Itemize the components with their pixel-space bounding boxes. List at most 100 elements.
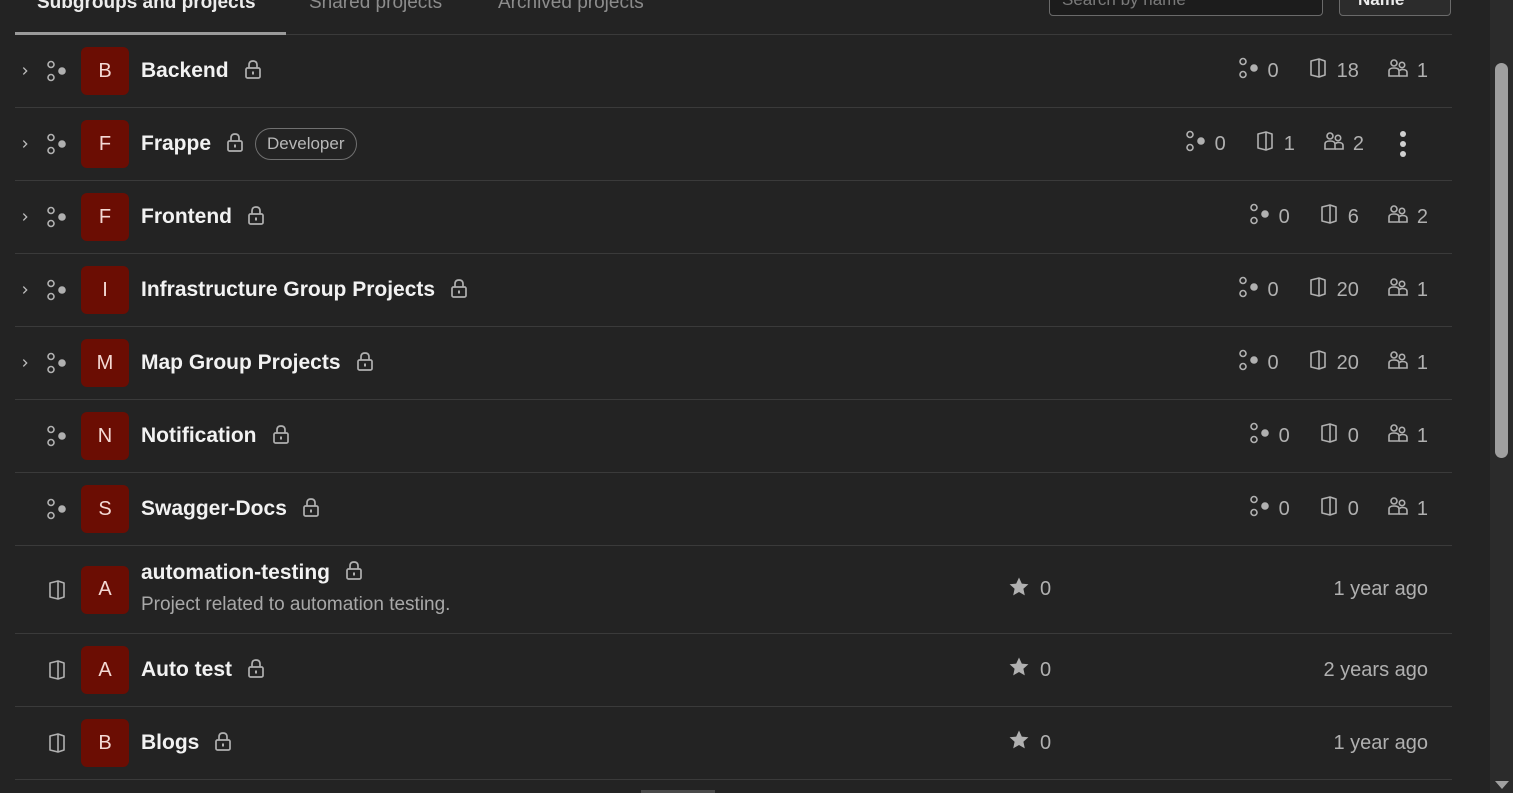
group-stats: 0 0 1: [1249, 495, 1428, 523]
subgroups-count-value: 0: [1278, 205, 1290, 228]
group-name-link[interactable]: Frontend: [141, 205, 232, 229]
search-input[interactable]: Search by name: [1049, 0, 1323, 16]
avatar[interactable]: A: [81, 565, 129, 614]
members-count: 1: [1387, 57, 1428, 85]
subgroups-count-value: 0: [1214, 132, 1226, 155]
group-stats: 0 20 1: [1238, 276, 1428, 304]
project-name-link[interactable]: Blogs: [141, 731, 199, 755]
subgroups-count: 0: [1185, 130, 1226, 158]
members-count-value: 1: [1416, 351, 1428, 374]
users-icon: [1387, 422, 1417, 450]
projects-count-value: 6: [1347, 205, 1359, 228]
group-row[interactable]: F Frontend 0 6 2: [15, 181, 1452, 254]
users-icon: [1387, 349, 1417, 377]
lock-icon: [246, 205, 266, 230]
group-row[interactable]: F Frappe Developer 0 1 2: [15, 108, 1452, 181]
group-name-link[interactable]: Backend: [141, 59, 229, 83]
group-stats: 0 0 1: [1249, 422, 1428, 450]
group-title: Notification: [141, 424, 291, 449]
projects-count: 0: [1318, 495, 1359, 523]
star-count-value: 0: [1040, 731, 1052, 754]
star-count[interactable]: 0: [1008, 656, 1051, 684]
subgroup-icon: [1185, 130, 1215, 158]
group-row[interactable]: M Map Group Projects 0 20 1: [15, 327, 1452, 400]
members-count: 2: [1387, 203, 1428, 231]
group-name-link[interactable]: Swagger-Docs: [141, 497, 287, 521]
chevron-right-icon[interactable]: [18, 64, 32, 78]
star-count[interactable]: 0: [1008, 576, 1051, 604]
projects-count: 1: [1254, 130, 1295, 158]
group-overview-page: Subgroups and projects Shared projects A…: [0, 0, 1513, 793]
subgroup-icon: [46, 206, 68, 228]
projects-count-value: 1: [1283, 132, 1295, 155]
project-description: Project related to automation testing.: [141, 594, 451, 615]
projects-count: 0: [1318, 422, 1359, 450]
chevron-right-icon[interactable]: [18, 137, 32, 151]
avatar[interactable]: B: [81, 719, 129, 767]
sort-dropdown-button[interactable]: Name: [1339, 0, 1451, 16]
tab-archived-projects[interactable]: Archived projects: [498, 0, 644, 14]
chevron-right-icon[interactable]: [18, 356, 32, 370]
project-row[interactable]: Aautomation-testing Project related to au…: [15, 546, 1452, 634]
avatar[interactable]: B: [81, 47, 129, 95]
scrollbar-thumb[interactable]: [1495, 63, 1508, 458]
lock-icon: [246, 658, 266, 683]
group-row[interactable]: I Infrastructure Group Projects 0 20 1: [15, 254, 1452, 327]
tab-subgroups-and-projects[interactable]: Subgroups and projects: [37, 0, 256, 14]
projects-count-value: 20: [1336, 278, 1359, 301]
more-actions-icon[interactable]: [1392, 129, 1414, 159]
users-icon: [1387, 203, 1417, 231]
subgroup-icon: [46, 279, 68, 301]
chevron-right-icon[interactable]: [18, 283, 32, 297]
project-name-link[interactable]: Auto test: [141, 658, 232, 682]
subgroups-count-value: 0: [1278, 497, 1290, 520]
tab-shared-projects[interactable]: Shared projects: [309, 0, 442, 14]
avatar[interactable]: S: [81, 485, 129, 533]
members-count: 1: [1387, 495, 1428, 523]
project-name-link[interactable]: automation-testing: [141, 561, 330, 585]
chevron-right-icon[interactable]: [18, 210, 32, 224]
group-name-link[interactable]: Notification: [141, 424, 257, 448]
avatar[interactable]: I: [81, 266, 129, 314]
members-count: 1: [1387, 349, 1428, 377]
lock-icon: [243, 59, 263, 84]
group-name-link[interactable]: Infrastructure Group Projects: [141, 278, 435, 302]
group-name-link[interactable]: Frappe: [141, 132, 211, 156]
subgroup-icon: [1249, 495, 1279, 523]
avatar[interactable]: F: [81, 120, 129, 168]
group-stats: 0 6 2: [1249, 203, 1428, 231]
users-icon: [1387, 276, 1417, 304]
projects-count: 18: [1307, 57, 1359, 85]
projects-count: 20: [1307, 349, 1359, 377]
subgroup-icon: [1238, 276, 1268, 304]
avatar[interactable]: A: [81, 646, 129, 694]
project-icon: [46, 659, 68, 681]
avatar[interactable]: N: [81, 412, 129, 460]
group-name-link[interactable]: Map Group Projects: [141, 351, 341, 375]
project-icon: [46, 732, 68, 754]
projects-count: 20: [1307, 276, 1359, 304]
subgroup-icon: [46, 498, 68, 520]
star-count[interactable]: 0: [1008, 729, 1051, 757]
subgroup-icon: [46, 425, 68, 447]
project-icon: [1307, 57, 1337, 85]
lock-icon: [213, 731, 233, 756]
project-icon: [1318, 203, 1348, 231]
group-row[interactable]: S Swagger-Docs 0 0 1: [15, 473, 1452, 546]
project-row[interactable]: A Auto test 0 2 years ago: [15, 634, 1452, 707]
group-row[interactable]: B Backend 0 18 1: [15, 35, 1452, 108]
avatar[interactable]: F: [81, 193, 129, 241]
scrollbar[interactable]: [1490, 0, 1513, 793]
subgroup-icon: [46, 133, 68, 155]
projects-count-value: 0: [1347, 497, 1359, 520]
scroll-down-arrow-icon[interactable]: [1495, 781, 1509, 789]
subgroups-count-value: 0: [1267, 278, 1279, 301]
group-row[interactable]: N Notification 0 0 1: [15, 400, 1452, 473]
group-title: Swagger-Docs: [141, 497, 321, 522]
project-title: Blogs: [141, 731, 233, 756]
avatar[interactable]: M: [81, 339, 129, 387]
group-title: Frontend: [141, 205, 266, 230]
project-row[interactable]: B Blogs 0 1 year ago: [15, 707, 1452, 780]
star-count-value: 0: [1040, 578, 1052, 600]
subgroups-count-value: 0: [1267, 351, 1279, 374]
